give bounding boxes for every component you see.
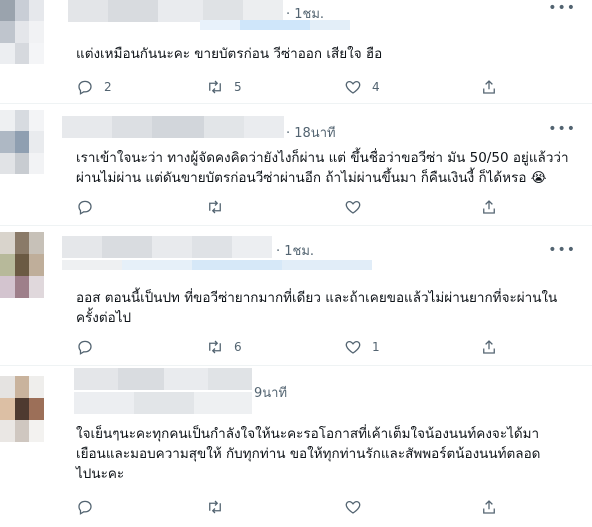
timestamp[interactable]: · 1ชม. [286,3,324,24]
avatar-blurred[interactable] [0,376,44,442]
like-count: 4 [372,80,380,94]
retweet-icon [209,500,221,514]
more-icon[interactable]: ••• [548,242,576,258]
handle-blurred [74,392,252,414]
retweet-count: 5 [234,80,242,94]
like-count: 1 [372,340,380,354]
share-button[interactable] [480,498,498,516]
tweet-text: ใจเย็นๆนะคะทุกคนเป็นกำลังใจให้นะคะรอโอกา… [76,426,541,482]
username-blurred[interactable] [74,368,252,390]
retweet-icon [209,200,221,214]
like-button[interactable]: 4 [344,78,380,96]
heart-icon [345,200,361,214]
handle-blurred [200,20,350,30]
reply-button[interactable]: 2 [76,78,112,96]
tweet-actions [76,498,506,518]
username-blurred[interactable] [62,236,272,258]
timestamp[interactable]: · 18นาที [286,122,336,143]
avatar-blurred[interactable] [0,232,44,298]
tweet-actions: 2 5 4 [76,78,506,98]
reply-button[interactable] [76,338,104,356]
reply-button[interactable] [76,198,104,216]
tweet-text: แต่งเหมือนกันนะคะ ขายบัตรก่อน วีซ่าออก เ… [76,46,383,62]
tweet-4[interactable]: 9นาที ใจเย็นๆนะคะทุกคนเป็นกำลังใจให้นะคะ… [0,366,592,527]
retweet-button[interactable] [206,198,234,216]
username-blurred[interactable] [62,116,284,138]
more-icon[interactable]: ••• [548,0,576,16]
timestamp[interactable]: 9นาที [254,382,287,403]
tweet-actions [76,198,506,218]
share-icon [483,500,495,514]
reply-icon [78,500,92,515]
like-button[interactable] [344,498,372,516]
reply-icon [78,200,92,215]
heart-icon [345,500,361,514]
share-button[interactable] [480,198,498,216]
reply-icon [78,80,92,95]
username-blurred[interactable] [68,0,283,22]
tweet-1[interactable]: · 1ชม. ••• แต่งเหมือนกันนะคะ ขายบัตรก่อน… [0,0,592,104]
avatar-blurred[interactable] [0,110,44,174]
heart-icon [345,80,361,94]
tweet-text: ออส ตอนนี้เป็นปท ที่ขอวีซ่ายากมากที่เดีย… [76,290,558,326]
retweet-count: 6 [234,340,242,354]
tweet-2[interactable]: · 18นาที ••• เราเข้าใจนะว่า ทางผู้จัดคงค… [0,104,592,226]
tweet-text: เราเข้าใจนะว่า ทางผู้จัดคงคิดว่ายังไงก็ผ… [76,150,569,186]
like-button[interactable] [344,198,372,216]
retweet-button[interactable]: 6 [206,338,242,356]
reply-icon [78,340,92,355]
retweet-button[interactable]: 5 [206,78,242,96]
retweet-button[interactable] [206,498,234,516]
retweet-icon [209,340,221,354]
timestamp[interactable]: · 1ชม. [276,240,314,261]
retweet-icon [209,80,221,94]
handle-blurred [62,260,372,270]
share-icon [483,80,495,94]
more-icon[interactable]: ••• [548,121,576,137]
like-button[interactable]: 1 [344,338,380,356]
tweet-3[interactable]: · 1ชม. ••• ออส ตอนนี้เป็นปท ที่ขอวีซ่ายา… [0,226,592,366]
share-button[interactable] [480,338,498,356]
reply-count: 2 [104,80,112,94]
tweet-actions: 6 1 [76,338,506,358]
share-button[interactable] [480,78,498,96]
share-icon [483,200,495,214]
share-icon [483,340,495,354]
reply-button[interactable] [76,498,104,516]
avatar-blurred[interactable] [0,0,44,64]
heart-icon [345,340,361,354]
